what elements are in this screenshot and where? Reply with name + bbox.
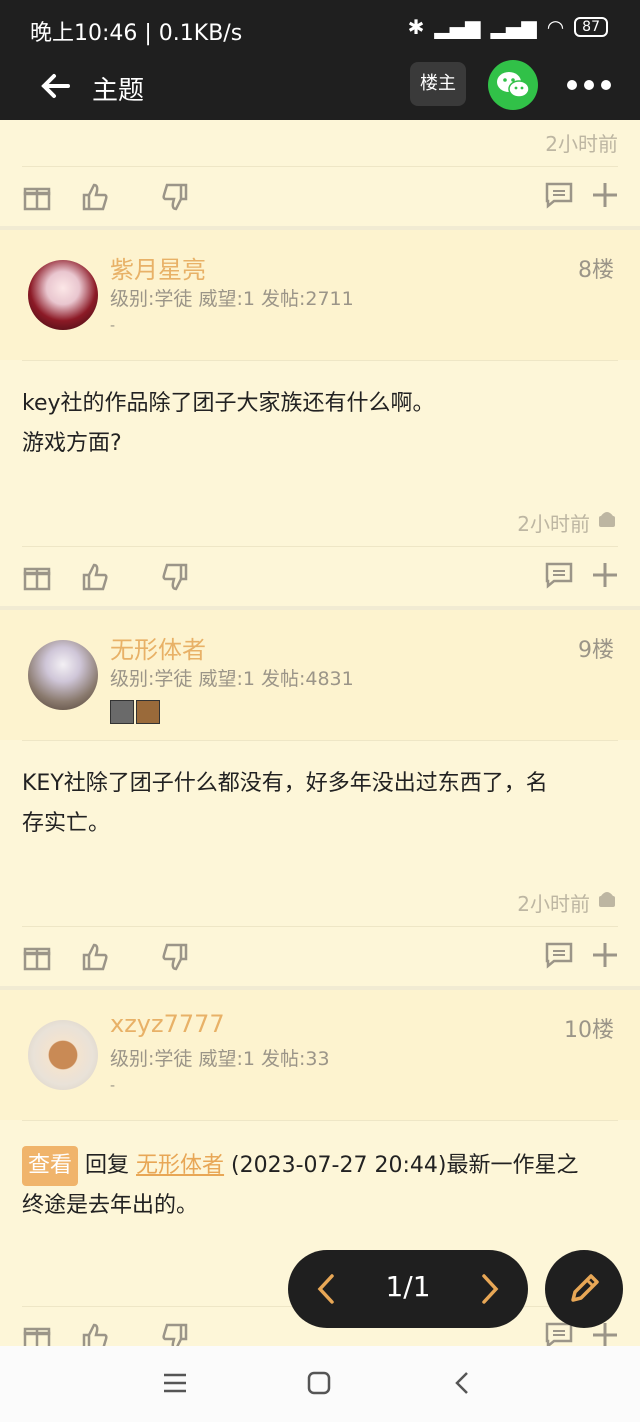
add-icon[interactable] bbox=[590, 560, 620, 590]
gift-icon[interactable] bbox=[22, 562, 52, 592]
back-arrow-icon[interactable] bbox=[36, 66, 76, 106]
back-icon[interactable] bbox=[448, 1368, 478, 1398]
status-bar: 晚上10:46 | 0.1KB/s ✱ ▂▄▆ ▂▄▆ ◠ 87 bbox=[0, 0, 640, 56]
wechat-icon bbox=[497, 72, 530, 98]
post-body-line: 存实亡。 bbox=[22, 811, 111, 836]
reply-text: (2023-07-27 20:44)最新一作星之 bbox=[231, 1153, 579, 1178]
divider bbox=[22, 360, 618, 361]
battery-indicator: 87 bbox=[574, 17, 608, 37]
post-header: 无形体者 级别:学徒 威望:1 发帖:4831 9楼 bbox=[0, 606, 640, 740]
post-body: key社的作品除了团子大家族还有什么啊。 游戏方面? bbox=[22, 384, 610, 464]
view-reply-tag[interactable]: 查看 bbox=[22, 1146, 79, 1186]
add-icon[interactable] bbox=[590, 940, 620, 970]
divider bbox=[22, 166, 618, 167]
avatar[interactable] bbox=[28, 1020, 98, 1090]
post-time: 2小时前 bbox=[517, 892, 590, 916]
user-sign: - bbox=[110, 318, 116, 334]
dislike-icon[interactable] bbox=[160, 182, 190, 212]
wifi-icon: ◠ bbox=[546, 15, 565, 39]
post-actions bbox=[0, 548, 640, 608]
divider bbox=[22, 546, 618, 547]
post-header: 紫月星亮 级别:学徒 威望:1 发帖:2711 - 8楼 bbox=[0, 226, 640, 360]
wechat-share-button[interactable] bbox=[488, 60, 538, 110]
post-body-line: 终途是去年出的。 bbox=[22, 1193, 199, 1218]
write-reply-button[interactable] bbox=[545, 1250, 623, 1328]
post-body: 查看 回复 无形体者 (2023-07-27 20:44)最新一作星之 终途是去… bbox=[22, 1146, 610, 1226]
dislike-icon[interactable] bbox=[160, 942, 190, 972]
pencil-icon bbox=[571, 1274, 599, 1302]
like-icon[interactable] bbox=[80, 1322, 110, 1346]
username[interactable]: 无形体者 bbox=[110, 630, 206, 665]
post-body-line: 查看 回复 无形体者 (2023-07-27 20:44)最新一作星之 bbox=[22, 1146, 610, 1186]
title-bar: 主题 楼主 bbox=[0, 56, 640, 120]
user-meta: 级别:学徒 威望:1 发帖:2711 bbox=[110, 288, 354, 310]
louzhu-button[interactable]: 楼主 bbox=[410, 62, 466, 106]
gift-icon[interactable] bbox=[22, 1322, 52, 1346]
signal-icon-2: ▂▄▆ bbox=[490, 15, 537, 39]
next-page-icon[interactable] bbox=[474, 1272, 504, 1306]
username[interactable]: xzyz7777 bbox=[110, 1010, 225, 1038]
like-icon[interactable] bbox=[80, 942, 110, 972]
divider bbox=[22, 1120, 618, 1121]
status-time: 晚上10:46 | 0.1KB/s bbox=[30, 21, 243, 46]
badge-icon bbox=[136, 700, 160, 724]
user-sign: - bbox=[110, 1078, 116, 1094]
user-meta: 级别:学徒 威望:1 发帖:4831 bbox=[110, 668, 354, 690]
avatar[interactable] bbox=[28, 260, 98, 330]
reply-label: 回复 bbox=[85, 1153, 130, 1178]
divider bbox=[22, 740, 618, 741]
add-icon[interactable] bbox=[590, 180, 620, 210]
menu-icon[interactable] bbox=[160, 1368, 190, 1398]
post-time: 2小时前 bbox=[517, 512, 590, 536]
avatar[interactable] bbox=[28, 640, 98, 710]
comment-icon[interactable] bbox=[544, 560, 574, 590]
thread-content[interactable]: 2小时前 紫月星亮 级别:学徒 威望:1 发帖:2711 - 8楼 key社的作… bbox=[0, 120, 640, 1346]
dislike-icon[interactable] bbox=[160, 562, 190, 592]
page-navigator: 1/1 bbox=[288, 1250, 528, 1328]
comment-icon[interactable] bbox=[544, 940, 574, 970]
like-icon[interactable] bbox=[80, 562, 110, 592]
gift-icon[interactable] bbox=[22, 942, 52, 972]
system-nav-bar bbox=[0, 1346, 640, 1422]
floor-number: 8楼 bbox=[578, 258, 614, 283]
reply-user-link[interactable]: 无形体者 bbox=[136, 1153, 224, 1178]
post-body-line: 游戏方面? bbox=[22, 431, 122, 456]
signal-icon: ▂▄▆ bbox=[434, 15, 481, 39]
home-icon[interactable] bbox=[304, 1368, 334, 1398]
divider bbox=[22, 926, 618, 927]
comment-icon[interactable] bbox=[544, 180, 574, 210]
post-body-line: KEY社除了团子什么都没有，好多年没出过东西了，名 bbox=[22, 771, 548, 796]
status-icons: ✱ ▂▄▆ ▂▄▆ ◠ 87 bbox=[408, 15, 608, 39]
dislike-icon[interactable] bbox=[160, 1322, 190, 1346]
post-actions bbox=[0, 168, 640, 228]
page-title: 主题 bbox=[92, 76, 145, 106]
gift-icon[interactable] bbox=[22, 182, 52, 212]
post-time: 2小时前 bbox=[545, 132, 618, 156]
post-actions bbox=[0, 928, 640, 988]
android-icon bbox=[599, 512, 615, 527]
post-body-line: key社的作品除了团子大家族还有什么啊。 bbox=[22, 391, 435, 416]
like-icon[interactable] bbox=[80, 182, 110, 212]
bluetooth-icon: ✱ bbox=[407, 15, 425, 39]
android-icon bbox=[599, 892, 615, 907]
badge-icon bbox=[110, 700, 134, 724]
floor-number: 9楼 bbox=[578, 638, 614, 663]
user-meta: 级别:学徒 威望:1 发帖:33 bbox=[110, 1048, 330, 1070]
username[interactable]: 紫月星亮 bbox=[110, 250, 206, 285]
post-body: KEY社除了团子什么都没有，好多年没出过东西了，名 存实亡。 bbox=[22, 764, 610, 844]
more-options-icon[interactable] bbox=[564, 70, 614, 100]
post-header: xzyz7777 级别:学徒 威望:1 发帖:33 - 10楼 bbox=[0, 986, 640, 1120]
floor-number: 10楼 bbox=[564, 1018, 614, 1043]
